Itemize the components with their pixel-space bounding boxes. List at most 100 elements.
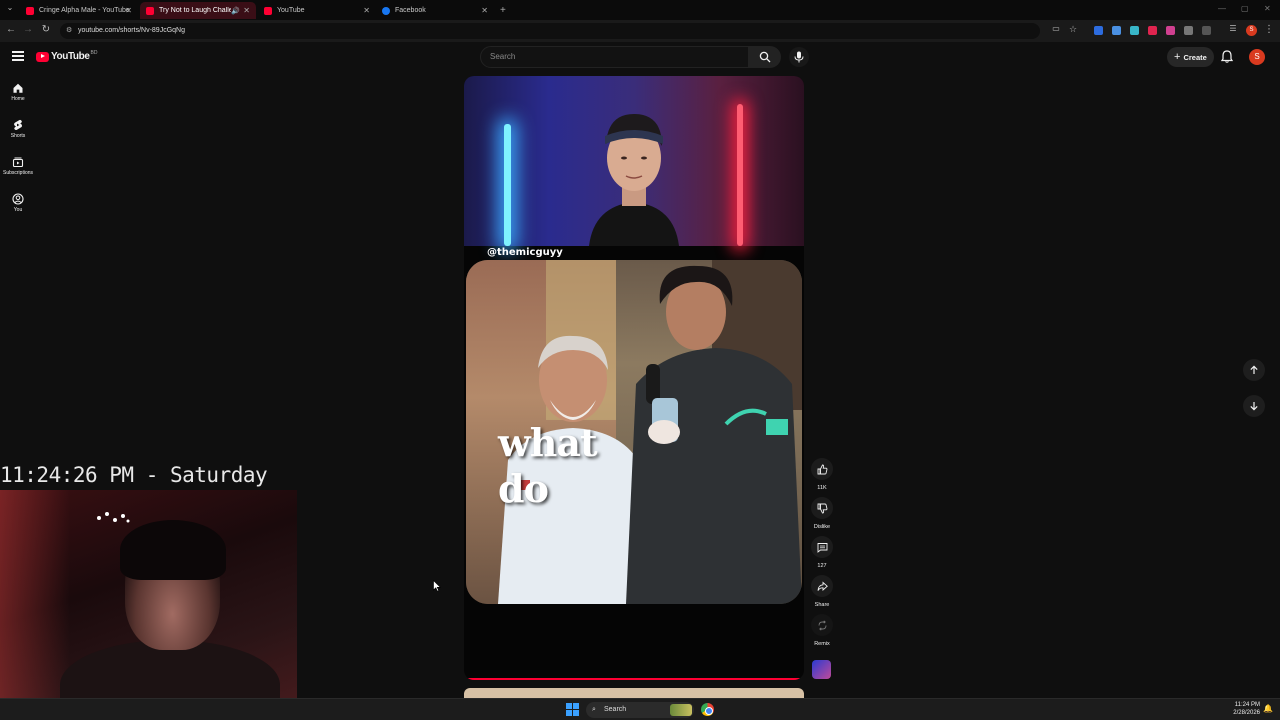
- tab-search-button[interactable]: ⌄: [3, 3, 17, 12]
- restore-icon[interactable]: ▢: [1241, 4, 1249, 13]
- guide-label: Shorts: [10, 133, 26, 139]
- viewer-hair: [120, 520, 226, 580]
- share-button[interactable]: Share: [809, 575, 835, 608]
- subscriptions-icon: [12, 157, 24, 168]
- taskbar-search[interactable]: ⌕ Search: [586, 702, 694, 718]
- next-short-preview[interactable]: [464, 688, 804, 698]
- caption-line: do: [498, 466, 549, 511]
- youtube-play-icon: [36, 51, 49, 62]
- extension-icon[interactable]: [1148, 26, 1157, 35]
- extension-icon[interactable]: [1130, 26, 1139, 35]
- reading-list-icon[interactable]: ☰: [1226, 24, 1240, 33]
- remix-button[interactable]: Remix: [809, 614, 835, 647]
- url-text: youtube.com/shorts/Nv-89JcGqNg: [78, 27, 185, 34]
- windows-start-icon[interactable]: [566, 703, 579, 716]
- notification-center-icon[interactable]: 🔔: [1263, 704, 1273, 713]
- notifications-button[interactable]: [1220, 50, 1234, 68]
- comments-button[interactable]: 127: [809, 536, 835, 569]
- youtube-logo[interactable]: YouTube BD: [36, 49, 98, 62]
- guide-menu-icon[interactable]: [12, 51, 24, 61]
- extension-icon[interactable]: [1166, 26, 1175, 35]
- bookmark-star-icon[interactable]: ☆: [1066, 24, 1080, 35]
- guide-item-shorts[interactable]: Shorts: [0, 119, 36, 139]
- reload-icon[interactable]: ↻: [39, 24, 53, 35]
- create-button[interactable]: + Create: [1167, 47, 1214, 67]
- tab-title: Cringe Alpha Male - YouTube: [39, 7, 130, 14]
- chrome-taskbar-icon[interactable]: [701, 703, 714, 716]
- forward-icon[interactable]: →: [21, 24, 35, 35]
- plus-icon: +: [1174, 51, 1181, 63]
- guide-item-home[interactable]: Home: [0, 82, 36, 102]
- tray-time-text: 11:24 PM: [1234, 702, 1260, 708]
- share-icon: [817, 581, 828, 591]
- guide-label: Subscriptions: [2, 170, 33, 176]
- fairy-lights: [97, 512, 130, 523]
- next-short-button[interactable]: [1243, 395, 1265, 417]
- share-label: Share: [814, 602, 830, 608]
- site-info-icon[interactable]: ⚙: [66, 23, 72, 39]
- taskbar-search-label: Search: [604, 706, 627, 713]
- interviewer-figure: [626, 265, 802, 604]
- address-bar[interactable]: ⚙ youtube.com/shorts/Nv-89JcGqNg: [60, 23, 1040, 39]
- cast-icon[interactable]: ▭: [1049, 24, 1063, 33]
- country-code: BD: [90, 49, 98, 56]
- video-progress-bar[interactable]: [468, 678, 800, 680]
- browser-tab-active[interactable]: Try Not to Laugh Challenge 🔊 ✕: [140, 2, 256, 19]
- voice-search-button[interactable]: [789, 47, 809, 67]
- microphone-icon: [794, 51, 804, 63]
- extension-icon[interactable]: [1184, 26, 1193, 35]
- tab-title: Try Not to Laugh Challenge: [159, 7, 231, 14]
- new-tab-button[interactable]: +: [494, 2, 510, 19]
- channel-handle[interactable]: @themicguyy: [487, 247, 563, 258]
- browser-tab[interactable]: YouTube ✕: [258, 2, 376, 19]
- close-icon[interactable]: ✕: [125, 6, 132, 15]
- browser-toolbar: ← → ↻ ⚙ youtube.com/shorts/Nv-89JcGqNg ▭…: [0, 20, 1280, 42]
- browser-tab[interactable]: Facebook ✕: [376, 2, 494, 19]
- neon-light-tube: [504, 124, 511, 246]
- remix-label: Remix: [814, 641, 830, 647]
- browser-tab-strip: ⌄ Cringe Alpha Male - YouTube ✕ Try Not …: [0, 0, 1280, 20]
- interview-clip: what do: [466, 260, 802, 604]
- close-icon[interactable]: ✕: [481, 6, 488, 15]
- search-highlight-art: [670, 704, 692, 716]
- close-window-icon[interactable]: ✕: [1264, 4, 1271, 13]
- remix-icon: [818, 619, 826, 631]
- neon-light-tube: [737, 104, 743, 246]
- search-button[interactable]: [749, 46, 781, 68]
- home-icon: [13, 83, 23, 93]
- comment-count: 127: [817, 563, 827, 569]
- speaker-icon[interactable]: 🔊: [231, 7, 240, 15]
- search-input[interactable]: Search: [480, 46, 749, 68]
- guide-item-you[interactable]: You: [0, 193, 36, 213]
- caption-line: what: [498, 420, 598, 465]
- system-clock[interactable]: 11:24 PM 2/28/2026: [1222, 701, 1260, 717]
- arrow-down-icon: [1250, 402, 1258, 411]
- browser-tab[interactable]: Cringe Alpha Male - YouTube ✕: [20, 2, 138, 19]
- search-icon: ⌕: [592, 706, 596, 713]
- extension-icon[interactable]: [1112, 26, 1121, 35]
- previous-short-button[interactable]: [1243, 359, 1265, 381]
- close-icon[interactable]: ✕: [363, 6, 370, 15]
- profile-avatar[interactable]: S: [1246, 25, 1257, 36]
- guide-item-subscriptions[interactable]: Subscriptions: [0, 156, 36, 176]
- video-caption: what do: [498, 420, 598, 512]
- like-button[interactable]: 11K: [809, 458, 835, 491]
- back-icon[interactable]: ←: [4, 24, 18, 35]
- tab-title: Facebook: [395, 7, 426, 14]
- youtube-icon: [26, 6, 34, 15]
- thumbs-down-icon: [817, 503, 827, 513]
- shorts-video-player[interactable]: @themicguyy what do: [464, 76, 804, 680]
- streamer-reaction-frame: [464, 76, 804, 246]
- streamer-figure: [589, 114, 679, 246]
- dislike-button[interactable]: Dislike: [809, 497, 835, 530]
- logo-text: YouTube: [51, 51, 90, 62]
- extensions-puzzle-icon[interactable]: [1202, 26, 1211, 35]
- close-icon[interactable]: ✕: [243, 6, 250, 15]
- like-count: 11K: [817, 485, 827, 491]
- account-avatar[interactable]: S: [1249, 49, 1265, 65]
- minimize-icon[interactable]: —: [1218, 4, 1226, 13]
- chrome-menu-icon[interactable]: ⋮: [1262, 24, 1276, 35]
- youtube-icon: [146, 6, 154, 15]
- sound-thumbnail[interactable]: [812, 660, 831, 679]
- extension-icon[interactable]: [1094, 26, 1103, 35]
